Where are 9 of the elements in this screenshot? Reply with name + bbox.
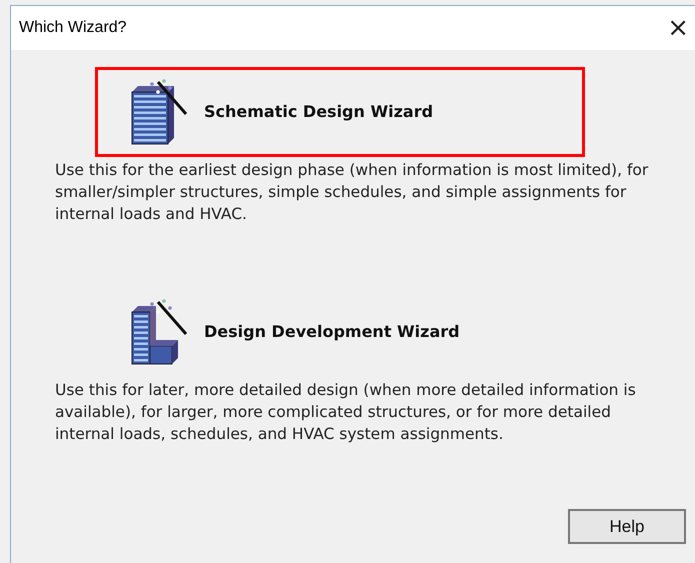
wizard-description: Use this for the earliest design phase (when information is most limited), for smaller/simpler structures, simple schedules, and simple assignments for internal loads and HVAC. [55,160,650,225]
wizard-description: Use this for later, more detailed design (when more detailed information is available), for larger, more complicated structures, or for more detailed internal loads, schedules, and HVAC system assignments. [55,380,637,445]
wizard-title: Schematic Design Wizard [204,101,434,123]
wizard-option[interactable]: Design Development Wizard [95,287,585,377]
help-button[interactable]: Help [568,509,686,544]
wizard-option[interactable]: Schematic Design Wizard [95,67,585,157]
close-button[interactable]: × [665,15,691,41]
window-title: Which Wizard? [19,18,127,38]
wizard-title: Design Development Wizard [204,321,460,343]
